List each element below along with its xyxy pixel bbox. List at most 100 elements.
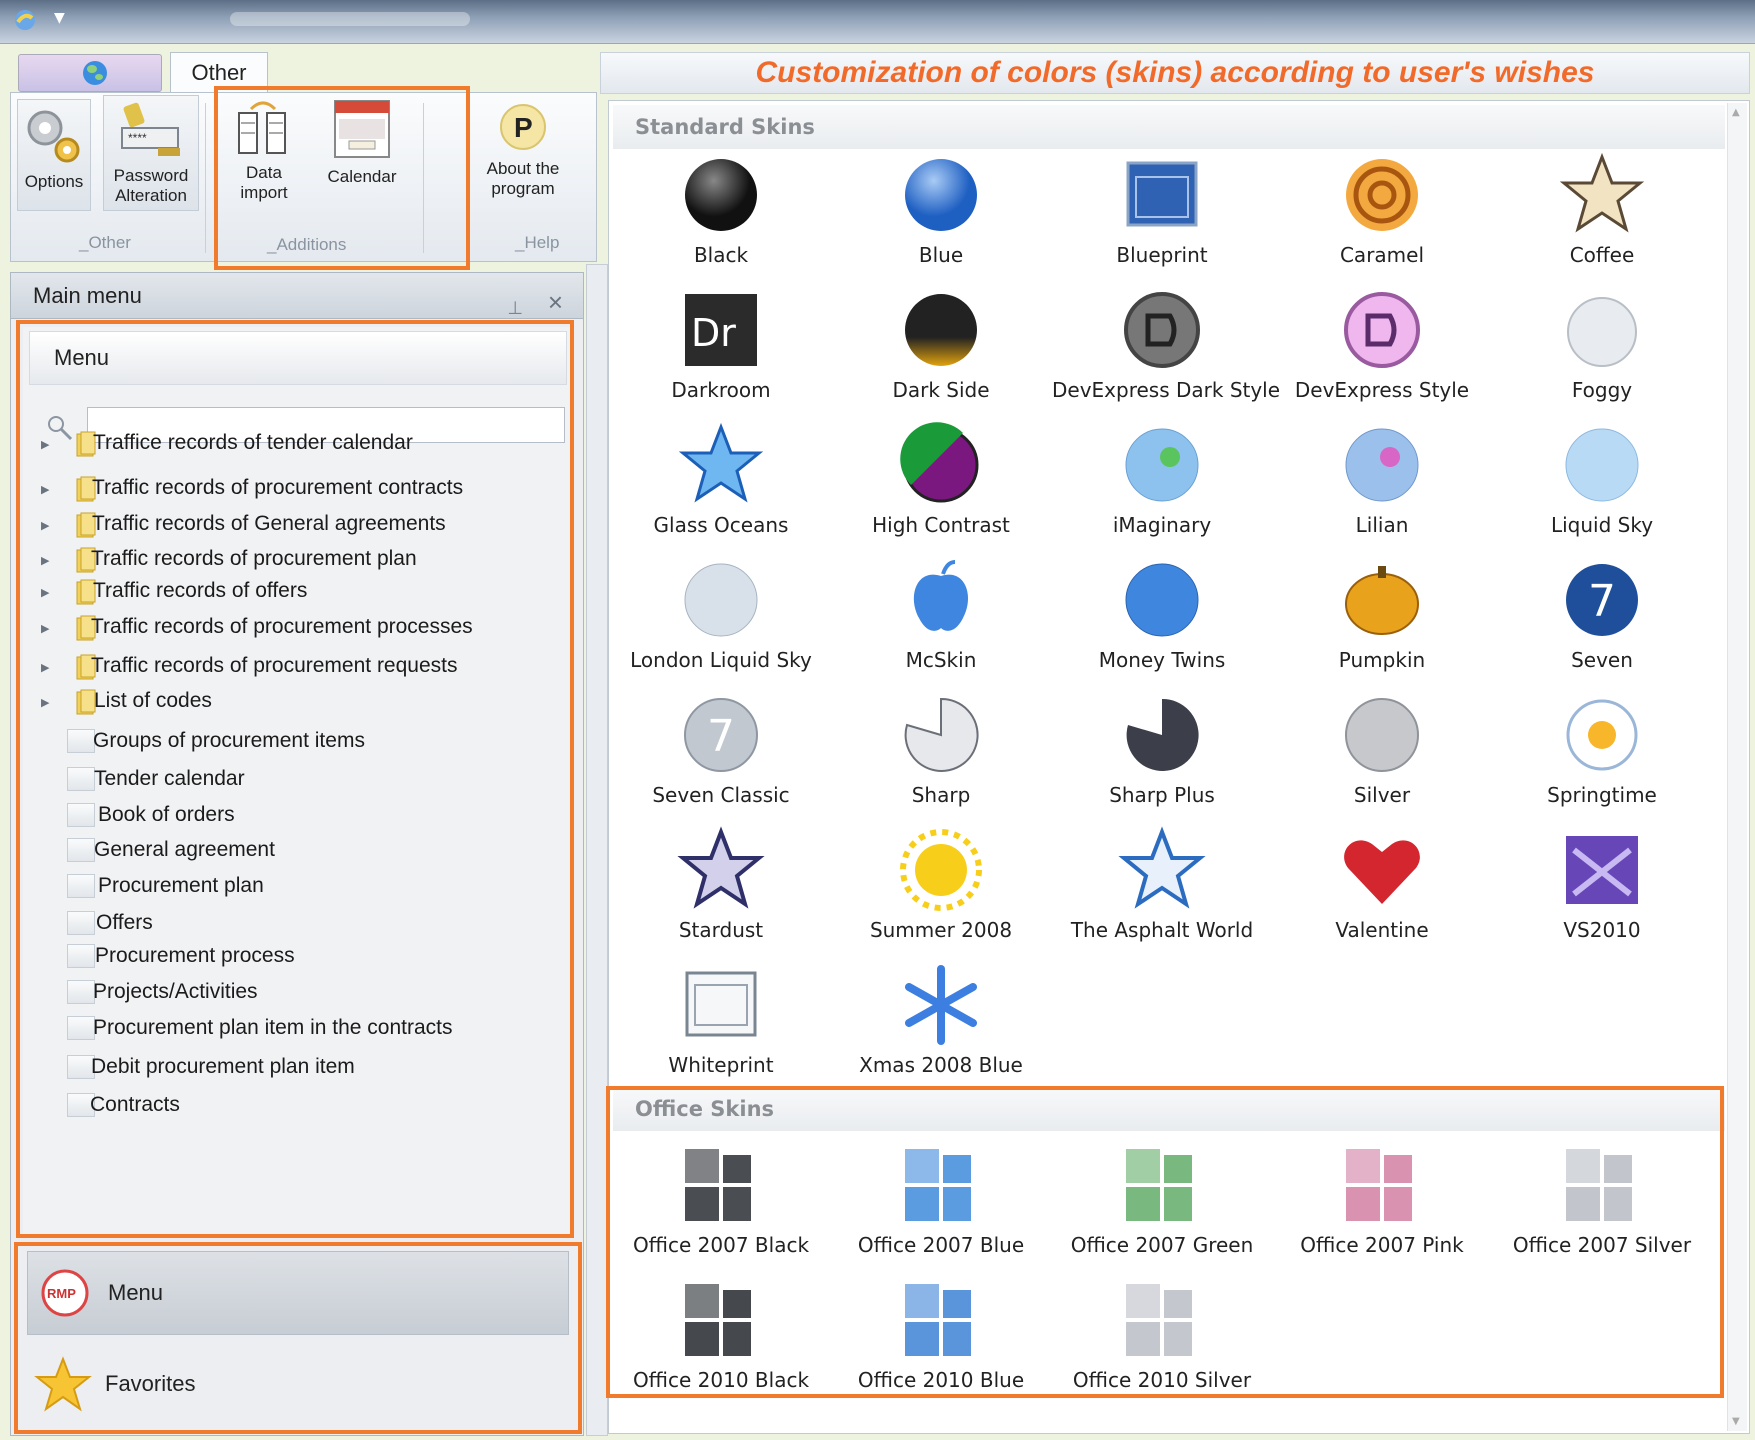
skin-item[interactable]: Office 2007 Blue	[831, 1141, 1051, 1276]
tree-item[interactable]: Groups of procurement items	[23, 723, 569, 759]
tree-item[interactable]: Procurement plan item in the contracts	[23, 1010, 569, 1046]
options-button[interactable]: Options	[17, 99, 91, 211]
skin-item[interactable]: Liquid Sky	[1492, 421, 1712, 556]
expand-arrow-icon[interactable]: ▶	[41, 472, 49, 508]
tree-item[interactable]: ▶ Traffic records of procurement plan	[23, 541, 569, 577]
skin-item[interactable]: Office 2007 Silver	[1492, 1141, 1712, 1276]
skin-item[interactable]: 7 Seven	[1492, 556, 1712, 691]
skin-item[interactable]: London Liquid Sky	[611, 556, 831, 691]
main-menu-header: Main menu ⊥ ×	[11, 273, 583, 319]
splitter[interactable]	[586, 264, 608, 1436]
devexpress-dark-logo-icon	[1124, 292, 1200, 368]
skin-item[interactable]: Office 2007 Pink	[1272, 1141, 1492, 1276]
tree-item[interactable]: Contracts	[23, 1087, 569, 1123]
skin-item[interactable]: Office 2010 Blue	[831, 1276, 1051, 1411]
quick-access-dropdown-icon[interactable]: ▼	[54, 10, 65, 26]
tree-item[interactable]: Book of orders	[23, 797, 569, 833]
main-menu-title: Main menu	[33, 283, 142, 308]
application-menu-button[interactable]	[18, 54, 162, 92]
document-icon	[67, 980, 95, 1004]
nav-menu-button[interactable]: RMP Menu	[27, 1251, 569, 1335]
expand-arrow-icon[interactable]: ▶	[41, 508, 49, 544]
vertical-scrollbar[interactable]: ▲ ▼	[1727, 103, 1747, 1431]
tree-item[interactable]: Tender calendar	[23, 761, 569, 797]
tree-item[interactable]: General agreement	[23, 832, 569, 868]
skin-item[interactable]: Xmas 2008 Blue	[831, 961, 1051, 1096]
imaginary-sphere-icon	[1125, 428, 1199, 502]
skin-item[interactable]: Blueprint	[1052, 151, 1272, 286]
tree-item[interactable]: ▶ Traffice records of tender calendar	[23, 425, 569, 461]
about-program-button[interactable]: P About the program	[473, 101, 573, 213]
gears-icon	[27, 110, 80, 163]
password-alteration-button[interactable]: **** Password Alteration	[103, 95, 199, 211]
office-silver-tiles-icon	[1566, 1149, 1632, 1221]
expand-arrow-icon[interactable]: ▶	[41, 685, 49, 721]
skin-item[interactable]: iMaginary	[1052, 421, 1272, 556]
skin-item[interactable]: Valentine	[1272, 826, 1492, 961]
seven-classic-sphere-icon: 7	[684, 698, 758, 772]
tree-item[interactable]: ▶ Traffic records of procurement contract…	[23, 470, 569, 506]
calendar-button[interactable]: Calendar	[313, 99, 411, 211]
skin-item[interactable]: VS2010	[1492, 826, 1712, 961]
data-import-button[interactable]: Data import	[231, 99, 297, 211]
skin-item[interactable]: Blue	[831, 151, 1051, 286]
skin-item[interactable]: Coffee	[1492, 151, 1712, 286]
tree-item[interactable]: Procurement plan	[23, 868, 569, 904]
tree-item[interactable]: Offers	[23, 905, 569, 941]
skin-item[interactable]: Pumpkin	[1272, 556, 1492, 691]
password-label-2: Alteration	[115, 186, 187, 205]
expand-arrow-icon[interactable]: ▶	[41, 575, 49, 611]
skin-item[interactable]: Sharp	[831, 691, 1051, 826]
scroll-down-icon[interactable]: ▼	[1732, 1416, 1740, 1427]
expand-arrow-icon[interactable]: ▶	[41, 427, 49, 463]
skin-item[interactable]: Office 2007 Black	[611, 1141, 831, 1276]
tree-item[interactable]: ▶ Traffic records of offers	[23, 573, 569, 609]
london-liquid-sky-sphere-icon	[684, 563, 758, 637]
skin-name: Office 2010 Silver	[1072, 1368, 1252, 1392]
skin-item[interactable]: Dr Darkroom	[611, 286, 831, 421]
scroll-up-icon[interactable]: ▲	[1732, 107, 1740, 118]
skin-item[interactable]: Whiteprint	[611, 961, 831, 1096]
skin-item[interactable]: Glass Oceans	[611, 421, 831, 556]
expand-arrow-icon[interactable]: ▶	[41, 611, 49, 647]
skin-item[interactable]: DevExpress Style	[1272, 286, 1492, 421]
skin-item[interactable]: Office 2010 Silver	[1052, 1276, 1272, 1411]
skin-item[interactable]: Money Twins	[1052, 556, 1272, 691]
skin-item[interactable]: Lilian	[1272, 421, 1492, 556]
skin-item[interactable]: Summer 2008	[831, 826, 1051, 961]
skin-item[interactable]: 7 Seven Classic	[611, 691, 831, 826]
standard-skins-header: Standard Skins	[613, 105, 1725, 149]
tree-item-label: Traffic records of procurement requests	[91, 654, 458, 677]
tree-item[interactable]: Procurement process	[23, 938, 569, 974]
skin-item[interactable]: Foggy	[1492, 286, 1712, 421]
pin-icon[interactable]: ⊥	[507, 285, 523, 331]
tree-item[interactable]: Projects/Activities	[23, 974, 569, 1010]
skin-item[interactable]: Silver	[1272, 691, 1492, 826]
skin-item[interactable]: Office 2010 Black	[611, 1276, 831, 1411]
skin-item[interactable]: McSkin	[831, 556, 1051, 691]
app-icon[interactable]	[12, 8, 38, 32]
skin-item[interactable]: Dark Side	[831, 286, 1051, 421]
tree-item[interactable]: Debit procurement plan item	[23, 1049, 569, 1085]
skins-gallery: Standard Skins Black Blue Blueprint Caramel…	[608, 100, 1750, 1434]
skin-item[interactable]: Springtime	[1492, 691, 1712, 826]
skin-item[interactable]: Stardust	[611, 826, 831, 961]
skin-name: DevExpress Dark Style	[1052, 378, 1281, 402]
tree-item[interactable]: ▶ List of codes	[23, 683, 569, 719]
tree-item[interactable]: ▶ Traffic records of procurement processe…	[23, 609, 569, 645]
skin-item[interactable]: Sharp Plus	[1052, 691, 1272, 826]
expand-arrow-icon[interactable]: ▶	[41, 650, 49, 686]
tree-item[interactable]: ▶ Traffic records of procurement requests	[23, 648, 569, 684]
tree-item-label: Traffice records of tender calendar	[93, 431, 413, 454]
skin-item[interactable]: High Contrast	[831, 421, 1051, 556]
tree-item[interactable]: ▶ Traffic records of General agreements	[23, 506, 569, 542]
nav-favorites-button[interactable]: Favorites	[27, 1343, 569, 1427]
skin-item[interactable]: DevExpress Dark Style	[1052, 286, 1281, 421]
skin-item[interactable]: The Asphalt World	[1052, 826, 1272, 961]
skin-item[interactable]: Black	[611, 151, 831, 286]
skin-item[interactable]: Caramel	[1272, 151, 1492, 286]
tab-other[interactable]: Other	[170, 52, 268, 94]
summer-sun-icon	[900, 829, 982, 911]
close-icon[interactable]: ×	[548, 279, 563, 325]
skin-item[interactable]: Office 2007 Green	[1052, 1141, 1272, 1276]
